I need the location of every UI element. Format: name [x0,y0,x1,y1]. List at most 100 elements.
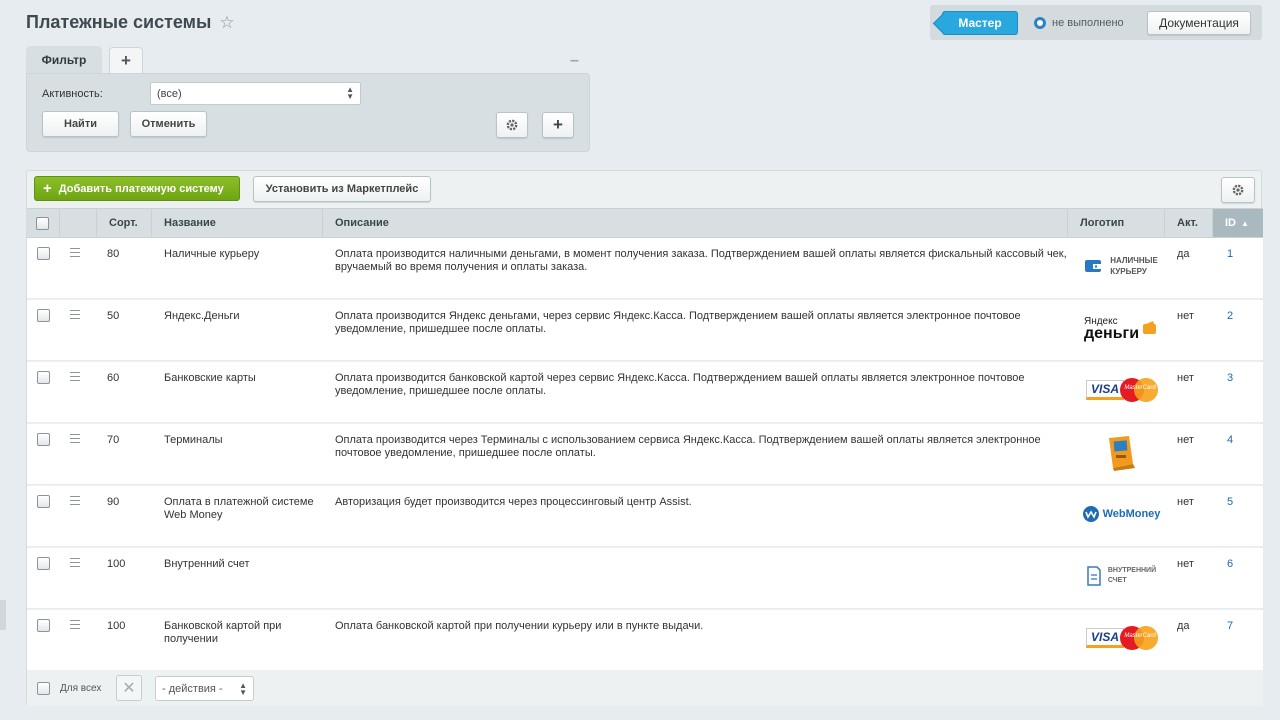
logo-text-line1: ВНУТРЕННИЙ [1107,567,1157,574]
table-row[interactable]: 50 Яндекс.Деньги Оплата производится Янд… [27,300,1263,361]
cell-id-link[interactable]: 6 [1227,558,1233,571]
add-payment-system-label: Добавить платежную систему [58,182,224,195]
column-header-description[interactable]: Описание [323,209,1068,237]
star-icon[interactable]: ☆ [219,13,234,33]
find-button[interactable]: Найти [42,111,119,137]
logo-text-line1: VISA [1086,628,1124,648]
column-header-sort[interactable]: Сорт. [97,209,152,237]
table-row[interactable]: 90 Оплата в платежной системе Web Money … [27,486,1263,547]
table-row[interactable]: 100 Банковской картой при получении Опла… [27,610,1263,671]
cell-id-link[interactable]: 4 [1227,434,1233,447]
cell-name: Наличные курьеру [164,248,260,260]
minimize-filter-icon[interactable]: – [570,52,579,70]
visa-mastercard-logo: VISA MasterCard [1079,616,1163,660]
delete-selected-close-icon[interactable]: ✕ [116,675,142,701]
cell-description: Оплата производится Яндекс деньгами, чер… [335,310,1021,335]
row-checkbox[interactable] [37,495,50,508]
row-menu-icon[interactable] [70,372,80,384]
column-header-id[interactable]: ID ▲ [1213,209,1263,237]
logo-text-line1: VISA [1086,380,1124,400]
select-arrows-icon: ▲ ▼ [346,85,354,101]
row-checkbox[interactable] [37,247,50,260]
activity-select-value: (все) [157,87,182,100]
logo-text-line2: MasterCard [1124,385,1156,391]
add-filter-tab-button[interactable]: + [109,47,143,73]
row-menu-icon[interactable] [70,248,80,260]
group-actions-select[interactable]: - действия - ▲ ▼ [155,676,254,701]
cell-sort: 50 [107,310,120,322]
logo-text-line2: СЧЕТ [1107,577,1127,584]
cell-name: Банковские карты [164,372,256,384]
column-header-active[interactable]: Акт. [1165,209,1213,237]
status-radio-icon [1034,16,1046,29]
column-header-name[interactable]: Название [152,209,323,237]
cell-active: да [1177,620,1190,632]
top-toolbar: Мастер не выполнено Документация [930,5,1262,40]
row-checkbox[interactable] [37,619,50,632]
master-button[interactable]: Мастер [942,10,1018,35]
payment-systems-list: + Добавить платежную систему Установить … [26,170,1263,706]
row-checkbox[interactable] [37,371,50,384]
for-all-label: Для всех [60,683,102,694]
documentation-button[interactable]: Документация [1147,10,1251,35]
table-row[interactable]: 80 Наличные курьеру Оплата производится … [27,238,1263,299]
cell-sort: 90 [107,496,120,508]
cell-id-link[interactable]: 3 [1227,372,1233,385]
logo-text-line2: КУРЬЕРУ [1110,267,1147,276]
cell-description: Авторизация будет производится через про… [335,496,692,508]
table-row[interactable]: 70 Терминалы Оплата производится через Т… [27,424,1263,485]
activity-select[interactable]: (все) ▲ ▼ [150,82,361,105]
table-header: Сорт. Название Описание Логотип Акт. ID ▲ [27,208,1263,238]
terminal-logo [1079,430,1163,474]
filter-panel: Активность: (все) ▲ ▼ Найти Отменить + [26,73,590,152]
row-checkbox[interactable] [37,309,50,322]
list-settings-gear-icon[interactable] [1221,177,1255,203]
page-title-text: Платежные системы [26,12,212,32]
cell-active: да [1177,248,1190,260]
column-header-logo[interactable]: Логотип [1068,209,1165,237]
table-row[interactable]: 100 Внутренний счет ВНУТРЕННИЙ СЧЕТ нет … [27,548,1263,609]
tab-filter[interactable]: Фильтр [26,46,102,74]
drag-column-header [60,209,97,237]
row-menu-icon[interactable] [70,558,80,570]
cell-name: Внутренний счет [164,558,250,570]
row-menu-icon[interactable] [70,620,80,632]
cell-active: нет [1177,310,1194,322]
cash-courier-logo: НАЛИЧНЫЕ КУРЬЕРУ [1079,244,1163,288]
select-all-checkbox[interactable] [36,216,49,230]
select-all-cell [27,209,60,237]
internal-account-logo: ВНУТРЕННИЙ СЧЕТ [1079,554,1163,598]
row-checkbox[interactable] [37,557,50,570]
cell-name: Оплата в платежной системе Web Money [164,496,314,521]
add-payment-system-button[interactable]: + Добавить платежную систему [34,176,240,201]
cancel-button[interactable]: Отменить [130,111,207,137]
cell-id-link[interactable]: 1 [1227,248,1233,261]
row-menu-icon[interactable] [70,310,80,322]
row-checkbox[interactable] [37,433,50,446]
for-all-checkbox[interactable] [37,682,50,695]
webmoney-logo: WebMoney [1079,492,1163,536]
cell-active: нет [1177,496,1194,508]
install-from-marketplace-button[interactable]: Установить из Маркетплейс [253,176,431,202]
cell-active: нет [1177,558,1194,570]
visa-mastercard-logo: VISA MasterCard [1079,368,1163,412]
cell-sort: 70 [107,434,120,446]
cell-active: нет [1177,372,1194,384]
cell-id-link[interactable]: 2 [1227,310,1233,323]
activity-label: Активность: [42,88,103,100]
table-footer: Для всех ✕ - действия - ▲ ▼ [27,670,1263,706]
cell-sort: 100 [107,558,126,570]
filter-add-field-button[interactable]: + [542,112,574,138]
yandex-money-logo: Яндекс деньги [1079,306,1163,350]
logo-text-line1: WebMoney [1102,508,1161,520]
filter-settings-gear-icon[interactable] [496,112,528,138]
cell-description: Оплата банковской картой при получении к… [335,620,704,632]
table-row[interactable]: 60 Банковские карты Оплата производится … [27,362,1263,423]
cell-id-link[interactable]: 7 [1227,620,1233,633]
logo-text-line1: НАЛИЧНЫЕ [1110,256,1158,265]
cell-id-link[interactable]: 5 [1227,496,1233,509]
row-menu-icon[interactable] [70,434,80,446]
status-text: не выполнено [1052,16,1124,29]
row-menu-icon[interactable] [70,496,80,508]
cell-sort: 80 [107,248,120,260]
